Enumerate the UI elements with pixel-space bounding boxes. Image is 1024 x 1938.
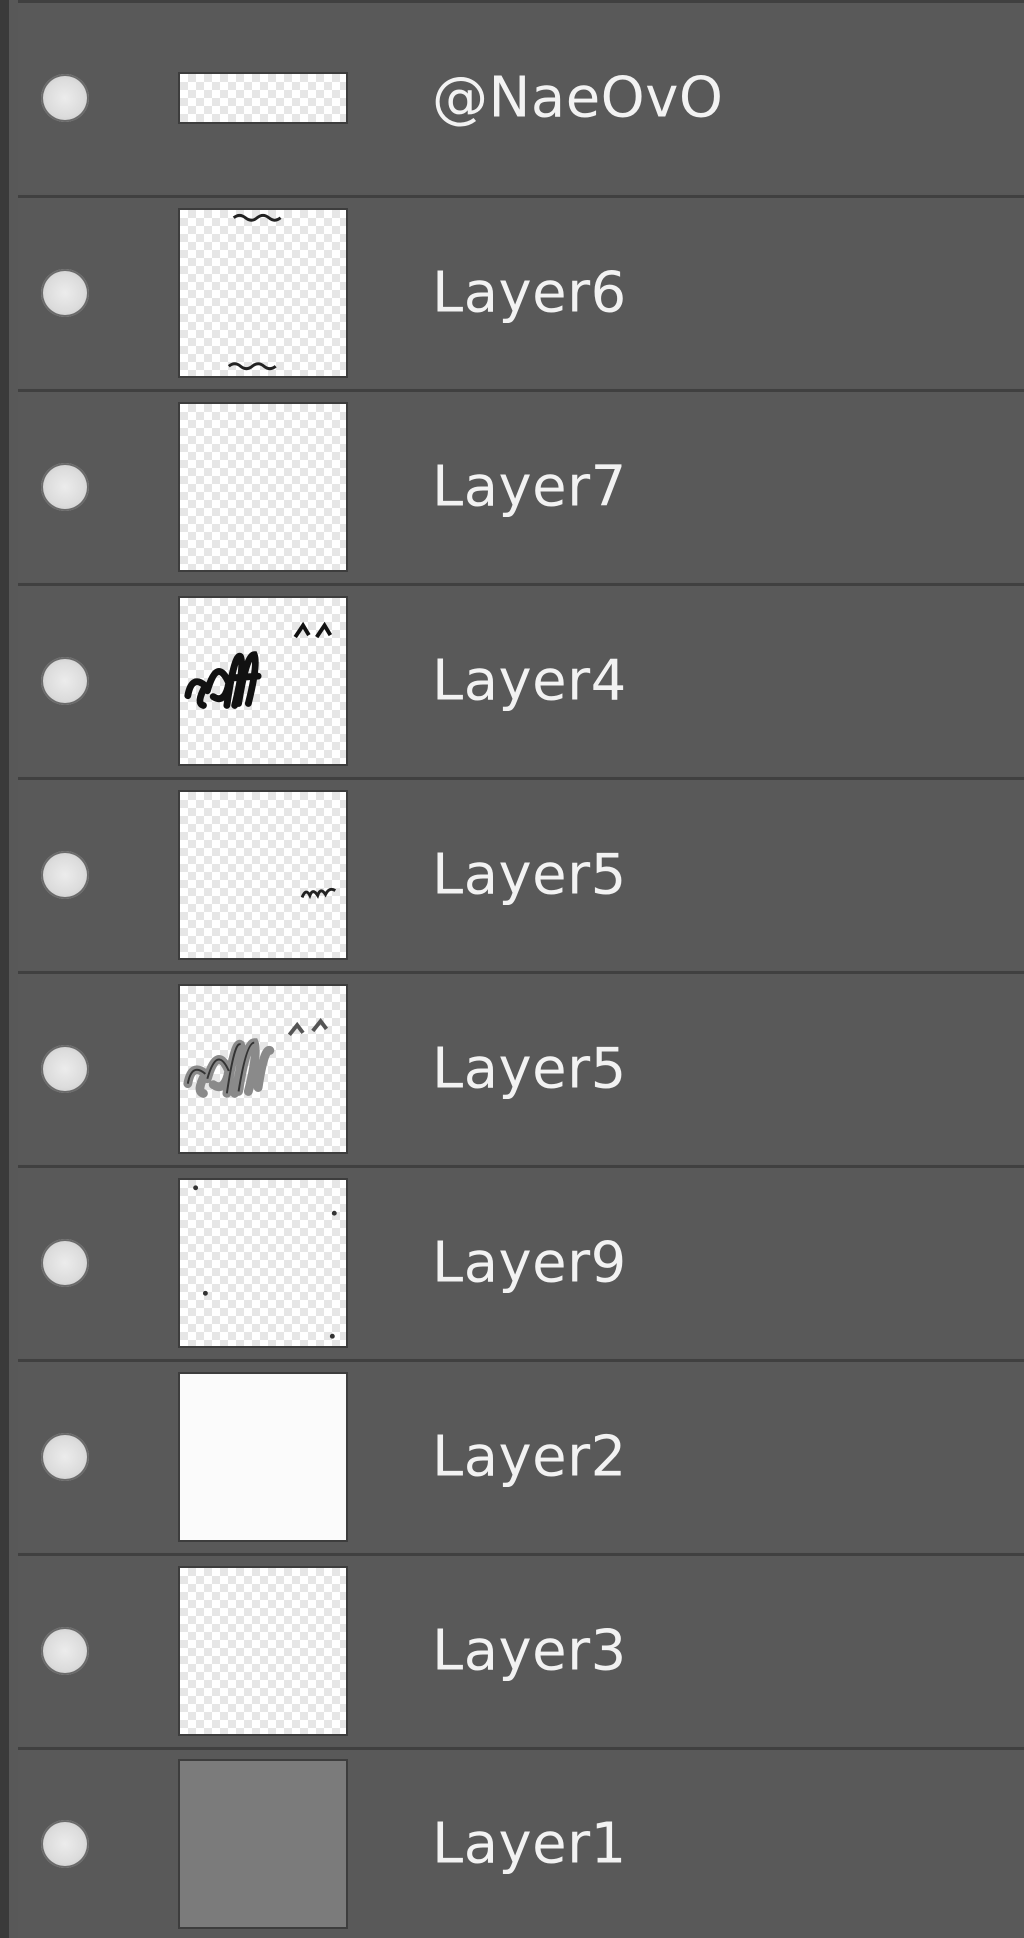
layer-row-layer1[interactable]: Layer1 [18, 1747, 1024, 1938]
layer-thumbnail[interactable] [178, 1566, 348, 1736]
layer-name[interactable]: Layer9 [432, 1231, 627, 1296]
layer-name[interactable]: @NaeOvO [432, 66, 723, 131]
visibility-toggle-icon[interactable] [41, 269, 89, 317]
layer-row-layer5[interactable]: Layer5 [18, 777, 1024, 970]
layer-thumbnail[interactable] [178, 1759, 348, 1929]
visibility-toggle-icon[interactable] [41, 1239, 89, 1287]
lettering-gray-icon [183, 1017, 329, 1098]
layer-row-layer9[interactable]: Layer9 [18, 1165, 1024, 1358]
layer-thumbnail[interactable] [178, 790, 348, 960]
layer-name[interactable]: Layer4 [432, 649, 627, 714]
visibility-toggle-icon[interactable] [41, 851, 89, 899]
layer-name[interactable]: Layer5 [432, 1037, 627, 1102]
layer-thumbnail[interactable] [178, 984, 348, 1154]
layer-row-layer3[interactable]: Layer3 [18, 1553, 1024, 1746]
visibility-toggle-icon[interactable] [41, 1045, 89, 1093]
visibility-toggle-icon[interactable] [41, 1627, 89, 1675]
layer-row-layer5-2[interactable]: Layer5 [18, 971, 1024, 1164]
layer-name[interactable]: Layer3 [432, 1619, 627, 1684]
dots-icon [193, 1185, 337, 1339]
layer-thumbnail[interactable] [178, 1372, 348, 1542]
layer-name[interactable]: Layer7 [432, 455, 627, 520]
visibility-toggle-icon[interactable] [41, 1820, 89, 1868]
visibility-toggle-icon[interactable] [41, 1433, 89, 1481]
visibility-toggle-icon[interactable] [41, 74, 89, 122]
layers-panel: @NaeOvO Layer6 Layer7 Layer4 Layer5 Laye… [0, 0, 1024, 1938]
layer-row-naeovo[interactable]: @NaeOvO [18, 0, 1024, 193]
layer-row-layer4[interactable]: Layer4 [18, 583, 1024, 776]
visibility-toggle-icon[interactable] [41, 463, 89, 511]
small-lettering-icon [300, 887, 337, 900]
small-marks-icon [227, 213, 282, 371]
layer-name[interactable]: Layer1 [432, 1812, 627, 1877]
layer-thumbnail[interactable] [178, 72, 348, 124]
layer-thumbnail[interactable] [178, 402, 348, 572]
layer-name[interactable]: Layer2 [432, 1425, 627, 1490]
layer-name[interactable]: Layer5 [432, 843, 627, 908]
lettering-black-icon [184, 621, 333, 709]
layer-row-layer6[interactable]: Layer6 [18, 195, 1024, 388]
layer-name[interactable]: Layer6 [432, 261, 627, 326]
layer-row-layer2[interactable]: Layer2 [18, 1359, 1024, 1552]
layer-thumbnail[interactable] [178, 596, 348, 766]
layer-row-layer7[interactable]: Layer7 [18, 389, 1024, 582]
layer-thumbnail[interactable] [178, 1178, 348, 1348]
visibility-toggle-icon[interactable] [41, 657, 89, 705]
layer-thumbnail[interactable] [178, 208, 348, 378]
